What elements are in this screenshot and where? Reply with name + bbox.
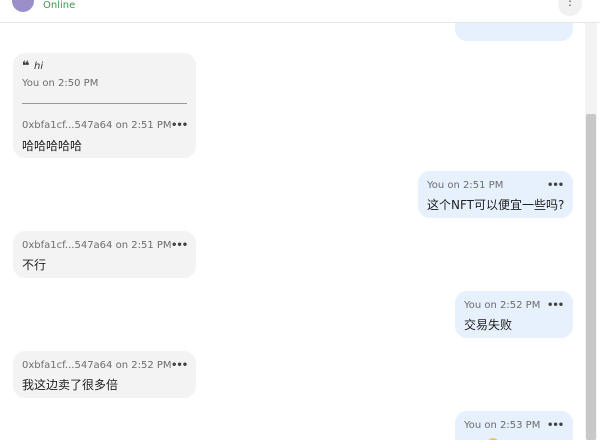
message-text: 我这边卖了很多倍: [22, 378, 119, 392]
message-text: 不行: [22, 258, 47, 272]
message-meta: You on 2:53 PM: [464, 420, 541, 431]
message-options-icon[interactable]: •••: [547, 420, 564, 431]
quote-divider: [22, 103, 187, 104]
message-bubble-outgoing[interactable]: You on 2:51 PM ••• 这个NFT可以便宜一些吗?: [418, 171, 573, 218]
more-vertical-icon[interactable]: ⋮: [558, 0, 582, 16]
message-meta: You on 2:52 PM: [464, 300, 541, 311]
message-bubble-incoming[interactable]: 0xbfa1cf...547a64 on 2:51 PM ••• 不行: [13, 231, 196, 278]
quoted-message-text: hi: [34, 61, 44, 72]
chat-header: Online ⋮: [0, 0, 600, 23]
quoted-message-meta: You on 2:50 PM: [22, 78, 99, 89]
message-text: 交易失败: [464, 318, 513, 332]
message-list[interactable]: hi ❝ hi You on 2:50 PM 0xbfa1cf...547a64…: [0, 22, 585, 440]
message-options-icon[interactable]: •••: [171, 120, 188, 131]
scrollbar-thumb[interactable]: [586, 114, 596, 440]
message-bubble-incoming[interactable]: ❝ hi You on 2:50 PM 0xbfa1cf...547a64 on…: [13, 53, 196, 158]
message-bubble-outgoing[interactable]: hi: [455, 22, 573, 41]
message-text: 哈哈哈哈哈: [22, 139, 83, 153]
message-bubble-incoming[interactable]: 0xbfa1cf...547a64 on 2:52 PM ••• 我这边卖了很多…: [13, 351, 196, 398]
message-options-icon[interactable]: •••: [547, 180, 564, 191]
message-meta: You on 2:51 PM: [427, 180, 504, 191]
message-options-icon[interactable]: •••: [547, 300, 564, 311]
message-bubble-outgoing[interactable]: You on 2:53 PM •••: [455, 411, 573, 440]
scrollbar[interactable]: [585, 22, 597, 440]
message-bubble-outgoing[interactable]: You on 2:52 PM ••• 交易失败: [455, 291, 573, 338]
avatar[interactable]: [12, 0, 34, 12]
message-meta: 0xbfa1cf...547a64 on 2:51 PM: [22, 120, 172, 131]
message-options-icon[interactable]: •••: [171, 240, 188, 251]
message-meta: 0xbfa1cf...547a64 on 2:52 PM: [22, 360, 172, 371]
online-status: Online: [43, 0, 76, 11]
message-options-icon[interactable]: •••: [171, 360, 188, 371]
quote-icon: ❝: [22, 59, 30, 74]
message-text: 这个NFT可以便宜一些吗?: [427, 198, 565, 212]
message-meta: 0xbfa1cf...547a64 on 2:51 PM: [22, 240, 172, 251]
